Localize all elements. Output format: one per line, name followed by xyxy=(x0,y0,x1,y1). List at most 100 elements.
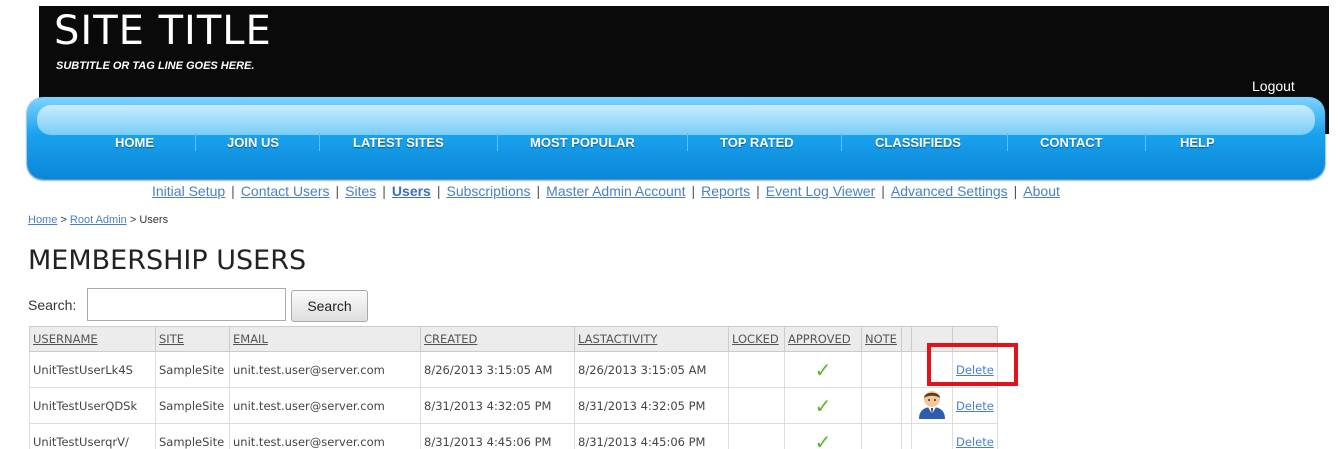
main-nav: HOME JOIN US LATEST SITES MOST POPULAR T… xyxy=(27,97,1325,179)
cell-created: 8/31/2013 4:32:05 PM xyxy=(420,387,575,424)
users-table: USERNAME SITE EMAIL CREATED LASTACTIVITY… xyxy=(29,326,998,449)
cell-email: unit.test.user@server.com xyxy=(229,423,421,449)
delete-link[interactable]: Delete xyxy=(956,435,994,449)
nav-item-join-us[interactable]: JOIN US xyxy=(227,135,279,151)
cell-blank xyxy=(901,351,912,388)
table-row: UnitTestUserQDSk SampleSite unit.test.us… xyxy=(29,387,998,424)
sort-note-link[interactable]: NOTE xyxy=(865,332,897,346)
table-row: UnitTestUserLk4S SampleSite unit.test.us… xyxy=(29,351,998,388)
nav-separator xyxy=(1145,133,1146,151)
site-title: SITE TITLE xyxy=(54,8,272,54)
cell-blank xyxy=(901,423,912,449)
column-header-note[interactable]: NOTE xyxy=(861,326,902,352)
column-header-blank xyxy=(901,326,912,352)
nav-separator xyxy=(497,133,498,151)
cell-email: unit.test.user@server.com xyxy=(229,351,421,388)
cell-lastactivity: 8/31/2013 4:32:05 PM xyxy=(574,387,729,424)
admin-link-event-log-viewer[interactable]: Event Log Viewer xyxy=(766,183,875,199)
nav-separator xyxy=(319,133,320,151)
cell-site: SampleSite xyxy=(155,423,230,449)
cell-approved: ✓ xyxy=(784,351,862,388)
link-separator: | xyxy=(756,183,760,199)
nav-item-classifieds[interactable]: CLASSIFIEDS xyxy=(875,135,961,151)
admin-link-initial-setup[interactable]: Initial Setup xyxy=(152,183,225,199)
link-separator: | xyxy=(691,183,696,199)
column-header-locked[interactable]: LOCKED xyxy=(728,326,785,352)
admin-link-advanced-settings[interactable]: Advanced Settings xyxy=(891,183,1008,199)
link-separator: | xyxy=(436,183,441,199)
breadcrumb-separator: > xyxy=(129,214,137,226)
nav-item-contact[interactable]: CONTACT xyxy=(1040,135,1103,151)
checkmark-icon: ✓ xyxy=(814,393,832,418)
search-button[interactable]: Search xyxy=(291,290,368,322)
link-separator: | xyxy=(1013,183,1018,199)
cell-username: UnitTestUserQDSk xyxy=(29,387,156,424)
sort-lastactivity-link[interactable]: LASTACTIVITY xyxy=(578,332,657,346)
cell-locked xyxy=(728,423,785,449)
checkmark-icon: ✓ xyxy=(814,357,832,382)
search-label: Search: xyxy=(28,297,77,313)
nav-separator xyxy=(687,133,688,151)
cell-actions: Delete xyxy=(952,387,998,424)
delete-link[interactable]: Delete xyxy=(956,399,994,413)
cell-avatar xyxy=(911,423,953,449)
cell-site: SampleSite xyxy=(155,351,230,388)
column-header-site[interactable]: SITE xyxy=(155,326,230,352)
cell-note xyxy=(861,387,902,424)
checkmark-icon: ✓ xyxy=(814,429,832,449)
page-title: MEMBERSHIP USERS xyxy=(28,245,307,276)
cell-locked xyxy=(728,351,785,388)
nav-separator xyxy=(841,133,842,151)
column-header-created[interactable]: CREATED xyxy=(420,326,575,352)
cell-approved: ✓ xyxy=(784,387,862,424)
admin-link-subscriptions[interactable]: Subscriptions xyxy=(446,183,530,199)
nav-item-latest-sites[interactable]: LATEST SITES xyxy=(353,135,444,151)
nav-separator xyxy=(1007,133,1008,151)
column-header-approved[interactable]: APPROVED xyxy=(784,326,862,352)
cell-locked xyxy=(728,387,785,424)
sort-locked-link[interactable]: LOCKED xyxy=(732,332,779,346)
nav-gloss xyxy=(37,105,1315,135)
link-separator: | xyxy=(231,183,235,199)
column-header-email[interactable]: EMAIL xyxy=(229,326,421,352)
table-row: UnitTestUserqrV/ SampleSite unit.test.us… xyxy=(29,423,998,449)
nav-item-top-rated[interactable]: TOP RATED xyxy=(720,135,794,151)
breadcrumb-home[interactable]: Home xyxy=(28,214,57,226)
sort-username-link[interactable]: USERNAME xyxy=(33,332,98,346)
user-avatar-icon[interactable] xyxy=(915,388,949,420)
sort-approved-link[interactable]: APPROVED xyxy=(788,332,851,346)
cell-actions: Delete xyxy=(952,423,998,449)
admin-link-about[interactable]: About xyxy=(1023,183,1060,199)
admin-link-contact-users[interactable]: Contact Users xyxy=(241,183,330,199)
breadcrumb: Home > Root Admin > Users xyxy=(28,214,168,226)
cell-created: 8/31/2013 4:45:06 PM xyxy=(420,423,575,449)
table-header-row: USERNAME SITE EMAIL CREATED LASTACTIVITY… xyxy=(29,326,998,352)
column-header-username[interactable]: USERNAME xyxy=(29,326,156,352)
cell-note xyxy=(861,423,902,449)
site-subtitle: SUBTITLE OR TAG LINE GOES HERE. xyxy=(56,60,255,72)
cell-lastactivity: 8/26/2013 3:15:05 AM xyxy=(574,351,729,388)
breadcrumb-current: Users xyxy=(139,214,169,226)
cell-username: UnitTestUserLk4S xyxy=(29,351,156,388)
admin-link-master-admin-account[interactable]: Master Admin Account xyxy=(546,183,685,199)
column-header-lastactivity[interactable]: LASTACTIVITY xyxy=(574,326,729,352)
search-input[interactable] xyxy=(87,288,286,321)
logout-link[interactable]: Logout xyxy=(1252,78,1295,94)
cell-email: unit.test.user@server.com xyxy=(229,387,421,424)
highlight-box xyxy=(927,343,1018,386)
cell-blank xyxy=(901,387,912,424)
nav-item-help[interactable]: HELP xyxy=(1180,135,1215,151)
sort-created-link[interactable]: CREATED xyxy=(424,332,477,346)
link-separator: | xyxy=(382,183,386,199)
admin-link-sites[interactable]: Sites xyxy=(345,183,376,199)
nav-item-most-popular[interactable]: MOST POPULAR xyxy=(530,135,635,151)
cell-avatar xyxy=(911,387,953,424)
sort-email-link[interactable]: EMAIL xyxy=(233,332,268,346)
breadcrumb-root-admin[interactable]: Root Admin xyxy=(70,214,127,226)
cell-lastactivity: 8/31/2013 4:45:06 PM xyxy=(574,423,729,449)
sort-site-link[interactable]: SITE xyxy=(159,332,184,346)
admin-link-users[interactable]: Users xyxy=(392,183,431,199)
admin-link-reports[interactable]: Reports xyxy=(701,183,750,199)
link-separator: | xyxy=(881,183,885,199)
nav-item-home[interactable]: HOME xyxy=(115,135,154,151)
